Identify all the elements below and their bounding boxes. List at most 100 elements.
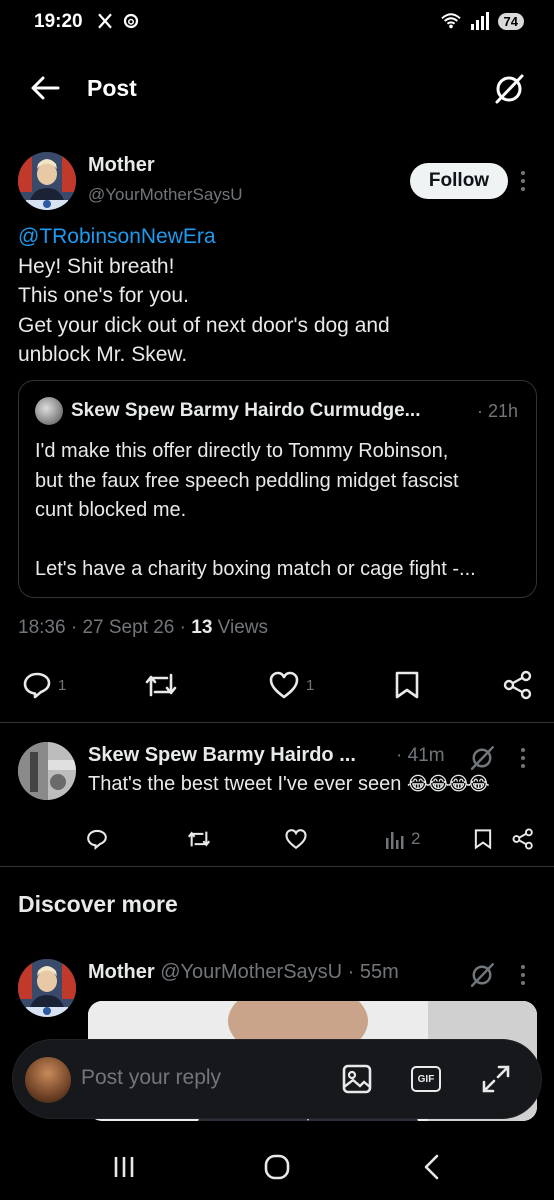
- back-button[interactable]: [30, 74, 62, 102]
- grok-button[interactable]: [468, 961, 496, 989]
- image-icon: [342, 1064, 372, 1094]
- reply-post[interactable]: Skew Spew Barmy Hairdo ... · 41m That's …: [0, 740, 554, 860]
- status-time: 19:20: [34, 11, 83, 32]
- share-icon: [512, 828, 533, 850]
- divider: [0, 722, 554, 723]
- rec-author-handle[interactable]: @YourMotherSaysU: [160, 961, 342, 983]
- bookmark-button[interactable]: [393, 670, 421, 700]
- repost-button[interactable]: [186, 828, 212, 850]
- grok-icon: [470, 746, 494, 770]
- status-left-icons: [96, 12, 140, 30]
- post-actions: 1 1: [0, 666, 554, 706]
- bookmark-button[interactable]: [473, 828, 493, 850]
- post-meta: 18:36 · 27 Sept 26 · 13 Views: [18, 617, 269, 638]
- wifi-icon: [440, 13, 461, 29]
- post-date: 27 Sept 26: [82, 617, 175, 638]
- quoted-line: I'd make this offer directly to Tommy Ro…: [35, 440, 449, 462]
- divider: [0, 866, 554, 867]
- post-time: 18:36: [18, 617, 66, 638]
- expand-button[interactable]: [479, 1062, 515, 1098]
- reply-view-count: 2: [411, 829, 421, 848]
- discover-heading: Discover more: [18, 891, 178, 917]
- quoted-line: but the faux free speech peddling midget…: [35, 469, 459, 492]
- gif-label: GIF: [417, 1073, 435, 1085]
- avatar-image: [18, 742, 76, 800]
- quoted-line: cunt blocked me.: [35, 499, 187, 521]
- bookmark-icon: [395, 671, 419, 699]
- repost-icon: [145, 673, 177, 697]
- image-button[interactable]: [340, 1062, 376, 1098]
- bar-chart-icon: [386, 832, 404, 849]
- rec-author-name[interactable]: Mother: [88, 961, 155, 983]
- reply-body: That's the best tweet I've ever seen 😂😂😂…: [88, 773, 490, 796]
- like-button[interactable]: 1: [268, 670, 314, 700]
- avatar[interactable]: [18, 152, 76, 210]
- post-line: This one's for you.: [18, 284, 189, 307]
- post-line: Hey! Shit breath!: [18, 254, 175, 278]
- home-button[interactable]: [259, 1152, 299, 1182]
- post-line: Get your dick out of next door's dog and: [18, 313, 390, 337]
- grok-icon: [470, 963, 494, 987]
- reply-input[interactable]: [81, 1066, 321, 1090]
- author-handle[interactable]: @YourMotherSaysU: [88, 185, 243, 205]
- more-options-icon[interactable]: [515, 745, 531, 771]
- share-button[interactable]: [503, 670, 533, 700]
- reply-count: 1: [58, 676, 67, 694]
- bookmark-icon: [474, 829, 492, 850]
- quoted-line: Let's have a charity boxing match or cag…: [35, 558, 476, 580]
- reply-author-name[interactable]: Skew Spew Barmy Hairdo ...: [88, 744, 356, 767]
- avatar-image: [18, 152, 76, 210]
- like-count: 1: [306, 676, 315, 694]
- views-button[interactable]: 2: [385, 828, 420, 850]
- heart-icon: [269, 671, 299, 699]
- arrow-left-icon: [31, 76, 60, 100]
- system-nav-bar: [0, 1140, 554, 1200]
- grok-icon: [495, 74, 524, 104]
- quoted-time: · 21h: [476, 401, 518, 421]
- share-button[interactable]: [512, 828, 534, 850]
- grok-button[interactable]: [492, 72, 526, 106]
- mention-link[interactable]: @TRobinsonNewEra: [18, 222, 538, 252]
- recent-apps-button[interactable]: [106, 1152, 146, 1182]
- my-avatar[interactable]: [25, 1057, 71, 1103]
- top-bar: Post: [0, 60, 554, 116]
- status-right-icons: 74: [440, 12, 524, 30]
- status-bar: 19:20 74: [0, 0, 554, 44]
- grok-button[interactable]: [468, 744, 496, 772]
- reply-actions: 2: [0, 826, 554, 856]
- reply-icon: [87, 829, 107, 850]
- home-icon: [264, 1154, 290, 1180]
- reply-button[interactable]: 1: [22, 670, 66, 700]
- reply-button[interactable]: [86, 828, 108, 850]
- avatar[interactable]: [18, 959, 76, 1017]
- like-button[interactable]: [284, 828, 308, 850]
- reply-icon: [23, 672, 51, 699]
- reply-emoji: 😂😂😂😂: [406, 774, 490, 795]
- expand-icon: [482, 1065, 510, 1093]
- gif-icon: GIF: [411, 1066, 441, 1092]
- gif-button[interactable]: GIF: [409, 1062, 445, 1098]
- threads-icon: [123, 13, 139, 29]
- repost-button[interactable]: [144, 670, 178, 700]
- avatar-image: [18, 959, 76, 1017]
- avatar[interactable]: [18, 742, 76, 800]
- post-line: unblock Mr. Skew.: [18, 343, 188, 366]
- signal-icon: [470, 12, 489, 30]
- x-logo-icon: [98, 13, 112, 29]
- more-options-icon[interactable]: [515, 962, 531, 988]
- system-back-button[interactable]: [413, 1152, 453, 1182]
- quoted-body: I'd make this offer directly to Tommy Ro…: [35, 437, 525, 585]
- views-label[interactable]: Views: [218, 617, 268, 638]
- page-title: Post: [87, 75, 137, 101]
- follow-button[interactable]: Follow: [410, 163, 508, 199]
- quoted-post[interactable]: Skew Spew Barmy Hairdo Curmudge... · 21h…: [18, 380, 537, 598]
- reply-text: That's the best tweet I've ever seen: [88, 773, 402, 795]
- quoted-line: [35, 526, 525, 556]
- view-count[interactable]: 13: [191, 617, 212, 638]
- battery-indicator: 74: [497, 12, 524, 30]
- rec-header: Mother @YourMotherSaysU · 55m: [88, 961, 399, 984]
- more-options-icon[interactable]: [515, 168, 531, 194]
- author-name[interactable]: Mother: [88, 154, 155, 177]
- chevron-left-icon: [424, 1154, 439, 1180]
- share-icon: [503, 670, 532, 700]
